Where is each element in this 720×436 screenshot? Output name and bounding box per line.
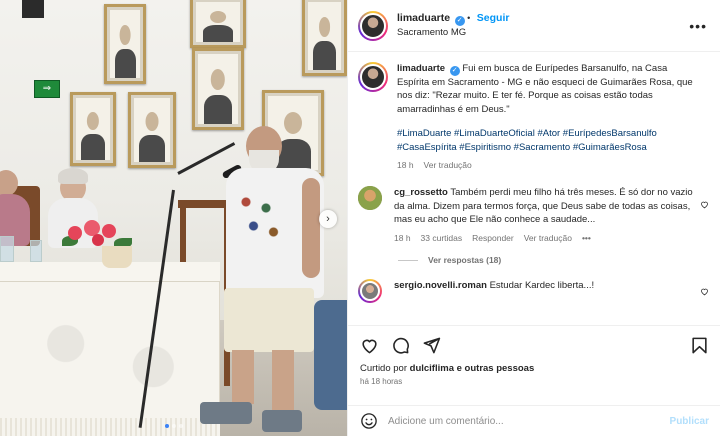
comment: sergio.novelli.roman Estudar Kardec libe…	[358, 279, 711, 304]
verified-icon: ✓	[449, 66, 460, 76]
carousel-dot	[171, 424, 176, 428]
portrait-frame	[192, 48, 244, 130]
comment-icon[interactable]	[391, 336, 410, 355]
comment-like-heart-icon[interactable]	[700, 287, 709, 296]
share-icon[interactable]	[422, 336, 441, 355]
post-location[interactable]: Sacramento MG	[397, 26, 509, 40]
flower-arrangement	[58, 218, 138, 268]
add-comment-bar: Publicar	[348, 405, 720, 436]
chevron-right-icon: ›	[326, 213, 330, 225]
audience-member	[314, 300, 347, 410]
carousel-dots	[164, 424, 183, 428]
liked-by: Curtido por dulciflima e outras pessoas	[360, 363, 535, 374]
portrait-frame	[190, 0, 246, 48]
comment-input[interactable]	[388, 415, 670, 427]
comment-likes[interactable]: 33 curtidas	[421, 232, 463, 245]
liked-by-others[interactable]: e outras pessoas	[454, 363, 535, 374]
follow-button[interactable]: Seguir	[477, 12, 510, 24]
exit-sign: ⇒	[34, 80, 60, 98]
comment-time: 18 h	[394, 232, 411, 243]
comment-username[interactable]: cg_rossetto	[394, 187, 448, 198]
comment-text: Estudar Kardec liberta...!	[489, 280, 595, 292]
liked-by-user[interactable]: dulciflima	[410, 363, 454, 374]
heart-icon[interactable]	[360, 336, 379, 355]
comment-like-heart-icon[interactable]	[700, 200, 709, 209]
shirt-print	[236, 190, 286, 250]
more-options-icon[interactable]: •••	[689, 18, 707, 34]
publish-button[interactable]: Publicar	[670, 416, 709, 427]
post-header: limaduarte ✓ • Seguir Sacramento MG •••	[348, 0, 720, 52]
caption-time: 18 h	[397, 160, 414, 171]
caption-translate-link[interactable]: Ver tradução	[424, 159, 472, 172]
portrait-frame	[104, 4, 146, 84]
post-photo[interactable]: ⇒ ›	[0, 0, 347, 436]
comments-section[interactable]: limaduarte ✓ Fui em busca de Eurípedes B…	[348, 52, 720, 325]
portrait-frame	[128, 92, 176, 168]
speaker	[22, 0, 44, 18]
comment-more-icon[interactable]: •••	[582, 232, 591, 245]
emoji-icon[interactable]	[360, 412, 378, 430]
post-timestamp[interactable]: há 18 horas	[360, 377, 709, 386]
post-sidebar: limaduarte ✓ • Seguir Sacramento MG ••• …	[347, 0, 720, 436]
next-photo-button[interactable]: ›	[319, 210, 337, 228]
portrait-frame	[302, 0, 347, 76]
draped-table	[0, 262, 220, 436]
comment-username[interactable]: sergio.novelli.roman	[394, 280, 487, 291]
commenter-avatar[interactable]	[358, 186, 382, 211]
portrait-frame	[70, 92, 116, 166]
view-replies-button[interactable]: Ver respostas (18)	[398, 255, 711, 265]
verified-icon: ✓	[454, 16, 465, 26]
commenter-avatar[interactable]	[358, 279, 382, 304]
author-avatar[interactable]	[358, 10, 388, 41]
water-glass	[30, 240, 42, 262]
caption: limaduarte ✓ Fui em busca de Eurípedes B…	[358, 62, 711, 172]
bookmark-icon[interactable]	[690, 336, 709, 355]
carousel-dot	[164, 424, 169, 428]
comment-translate-link[interactable]: Ver tradução	[524, 232, 572, 245]
author-username[interactable]: limaduarte	[397, 12, 450, 24]
view-replies-label: Ver respostas (18)	[428, 255, 502, 266]
carousel-dot	[178, 424, 183, 428]
caption-hashtags[interactable]: #LimaDuarte #LimaDuarteOficial #Ator #Eu…	[397, 127, 697, 154]
comment: cg_rossetto Também perdi meu filho há tr…	[358, 186, 711, 245]
post-actions: Curtido por dulciflima e outras pessoas …	[348, 325, 720, 411]
author-avatar[interactable]	[358, 62, 388, 92]
water-glass	[0, 236, 14, 262]
instagram-post: ⇒ › limaduarte ✓ • Seguir Sacramento MG …	[0, 0, 720, 436]
caption-username[interactable]: limaduarte	[397, 63, 445, 74]
reply-button[interactable]: Responder	[472, 232, 514, 245]
